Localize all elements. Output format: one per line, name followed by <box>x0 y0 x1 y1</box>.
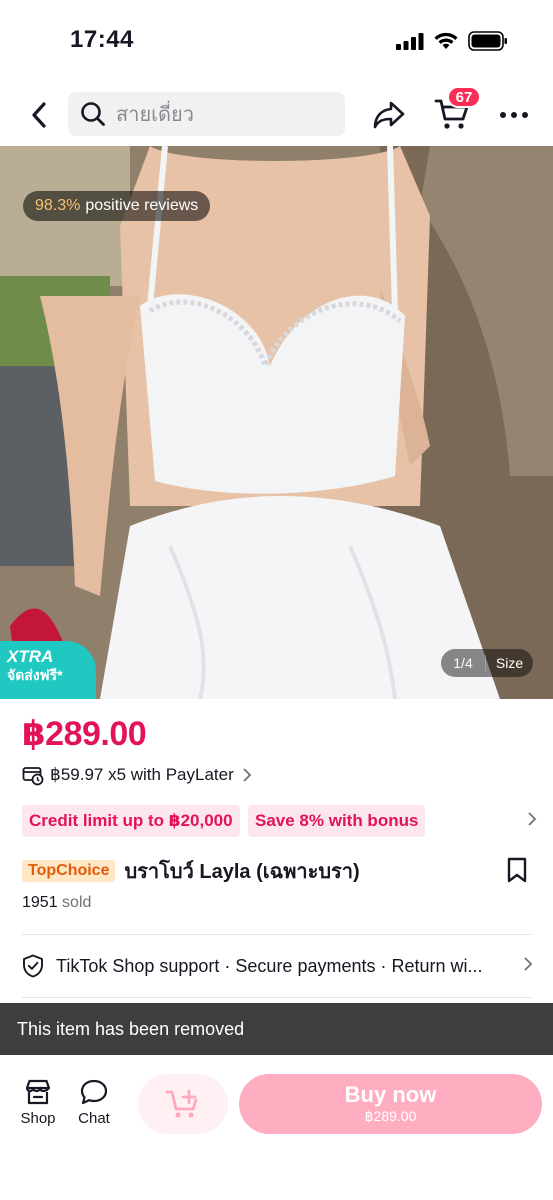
battery-icon <box>468 31 507 51</box>
image-index: 1/4 <box>453 655 473 671</box>
review-percent: 98.3% <box>35 197 81 214</box>
divider <box>22 997 531 998</box>
search-icon <box>81 102 105 126</box>
shop-icon <box>25 1079 51 1105</box>
chevron-right-icon <box>243 768 252 782</box>
size-chart-link[interactable]: Size <box>485 655 533 671</box>
divider <box>22 934 531 935</box>
support-text: TikTok Shop support · Secure payments · … <box>56 955 483 976</box>
image-counter: 1/4 Size <box>441 649 533 677</box>
chat-button[interactable]: Chat <box>74 1079 114 1127</box>
shop-label: Shop <box>20 1110 56 1127</box>
chevron-left-icon <box>32 102 46 128</box>
share-icon <box>373 101 405 129</box>
item-removed-toast: This item has been removed <box>0 1003 553 1055</box>
bottom-action-bar: Shop Chat Buy now ฿289.00 <box>0 1055 553 1200</box>
paylater-text: ฿59.97 x5 with PayLater <box>50 765 234 784</box>
review-label: positive reviews <box>85 197 199 214</box>
shop-button[interactable]: Shop <box>18 1079 58 1127</box>
bookmark-icon[interactable] <box>506 857 528 883</box>
topchoice-badge: TopChoice <box>22 860 116 882</box>
sold-label: sold <box>62 894 92 911</box>
shop-support-row[interactable]: TikTok Shop support · Secure payments · … <box>22 952 533 980</box>
chevron-right-icon <box>524 957 533 971</box>
chat-icon <box>80 1079 108 1105</box>
top-nav: สายเดี่ยว 67 <box>0 82 553 146</box>
toast-message: This item has been removed <box>17 1018 245 1039</box>
sold-number: 1951 <box>22 894 58 911</box>
buy-now-price: ฿289.00 <box>364 1108 417 1124</box>
chevron-right-icon <box>528 812 537 826</box>
buy-now-label: Buy now <box>344 1082 437 1107</box>
more-button[interactable] <box>494 100 534 130</box>
paylater-icon <box>22 767 44 786</box>
cart-count-badge: 67 <box>447 86 481 108</box>
positive-reviews-badge: 98.3% positive reviews <box>23 191 211 221</box>
more-icon <box>500 112 528 118</box>
product-price: ฿289.00 <box>22 715 147 753</box>
buy-now-button[interactable]: Buy now ฿289.00 <box>239 1074 542 1134</box>
promo-row[interactable]: Credit limit up to ฿20,000 Save 8% with … <box>22 805 537 837</box>
wifi-icon <box>434 32 458 49</box>
chat-label: Chat <box>78 1110 110 1127</box>
search-input[interactable]: สายเดี่ยว <box>68 92 345 136</box>
bonus-savings-tag[interactable]: Save 8% with bonus <box>248 805 426 837</box>
product-title-row: TopChoice บราโบว์ Layla (เฉพาะบรา) <box>22 855 532 887</box>
add-to-cart-icon <box>165 1089 198 1118</box>
product-title: บราโบว์ Layla (เฉพาะบรา) <box>124 861 360 883</box>
signal-icon <box>396 33 424 50</box>
sold-count: 1951 sold <box>22 894 91 912</box>
product-image-carousel[interactable]: 98.3% positive reviews XTRA จัดส่งฟรี* 1… <box>0 146 553 699</box>
paylater-row[interactable]: ฿59.97 x5 with PayLater <box>22 763 252 787</box>
xtra-free-shipping-badge: XTRA จัดส่งฟรี* <box>0 641 96 699</box>
xtra-title: XTRA <box>7 647 54 666</box>
xtra-subtitle: จัดส่งฟรี* <box>7 667 63 683</box>
search-placeholder: สายเดี่ยว <box>116 104 194 126</box>
add-to-cart-button[interactable] <box>138 1074 228 1134</box>
credit-limit-tag[interactable]: Credit limit up to ฿20,000 <box>22 805 240 837</box>
status-time: 17:44 <box>70 26 134 53</box>
status-bar: 17:44 <box>0 0 553 80</box>
back-button[interactable] <box>20 96 58 134</box>
product-photo <box>0 146 553 699</box>
share-button[interactable] <box>370 96 408 134</box>
shield-check-icon <box>23 954 43 978</box>
